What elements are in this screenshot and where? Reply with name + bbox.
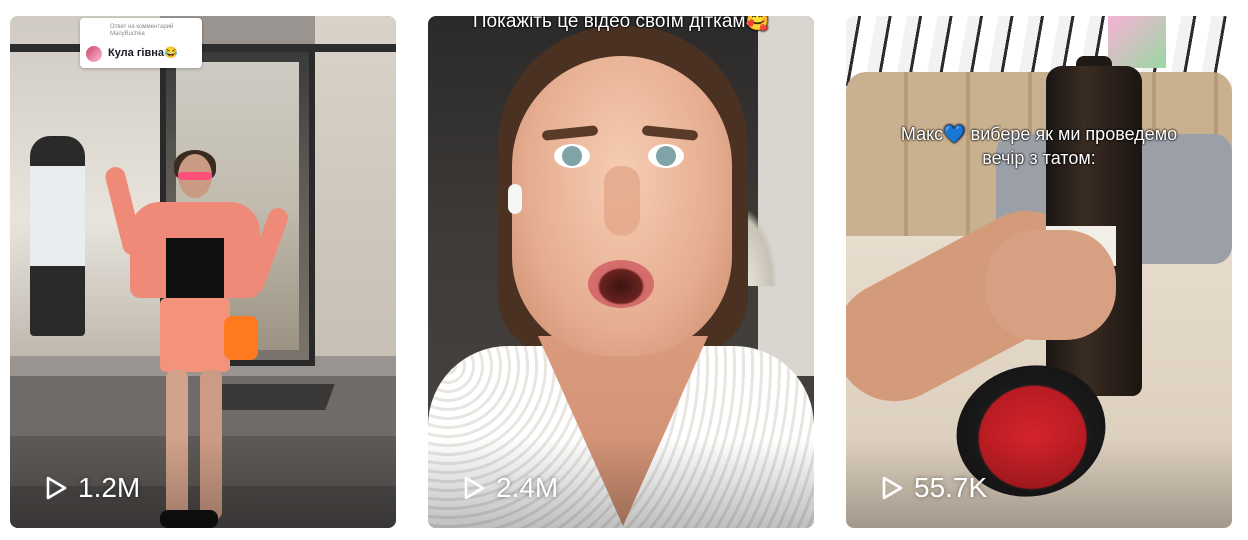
commenter-avatar (86, 46, 102, 62)
view-count-label: 1.2M (78, 472, 141, 503)
reply-comment-bubble: Ответ на комментарий ManyBuchka Кула гів… (80, 18, 202, 68)
blue-heart-icon: 💙 (943, 124, 966, 144)
video-caption: Макс💙 вибере як ми проведемо вечір з тат… (886, 122, 1192, 170)
play-icon (882, 476, 903, 500)
video-card-1[interactable]: Ответ на комментарий ManyBuchka Кула гів… (10, 16, 396, 528)
view-count: 55.7K (880, 470, 987, 506)
view-count: 2.4M (462, 470, 558, 506)
view-count-label: 2.4M (496, 472, 559, 503)
caption-rest: вибере як ми проведемо вечір з татом: (970, 124, 1178, 168)
play-icon (46, 476, 67, 500)
video-card-3[interactable]: Макс💙 вибере як ми проведемо вечір з тат… (846, 16, 1232, 528)
play-icon (464, 476, 485, 500)
view-count: 1.2M (44, 470, 140, 506)
reply-comment-text: Кула гівна😂 (108, 47, 178, 59)
caption-name: Макс (900, 124, 944, 144)
video-caption: Покажіть це відео своїм діткам🥰 (472, 16, 770, 32)
video-grid: Ответ на комментарий ManyBuchka Кула гів… (0, 0, 1248, 540)
view-count-label: 55.7K (914, 472, 988, 503)
video-card-2[interactable]: Покажіть це відео своїм діткам🥰 2.4M (428, 16, 814, 528)
reply-comment-meta: Ответ на комментарий ManyBuchka (110, 24, 174, 37)
